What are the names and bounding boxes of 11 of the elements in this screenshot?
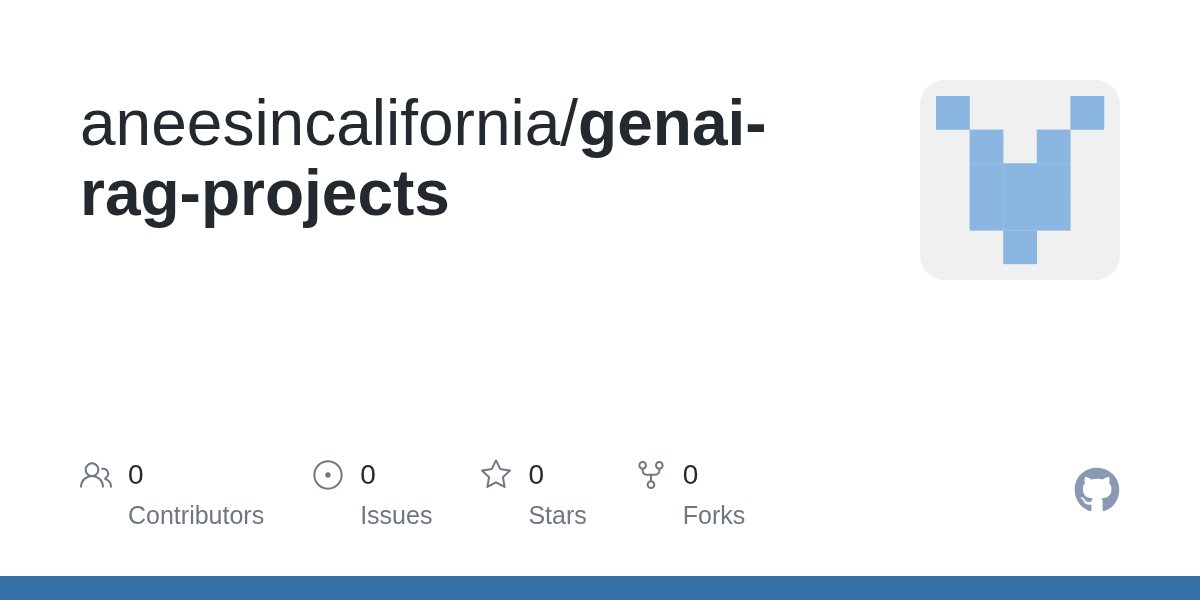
stat-label: Stars [528, 500, 587, 530]
star-icon [480, 459, 513, 491]
stat-count: 0 [360, 458, 377, 492]
stat-count: 0 [528, 458, 545, 492]
github-logo-icon [1074, 467, 1120, 513]
stat-count: 0 [682, 458, 700, 492]
stat-label: Issues [360, 500, 433, 530]
repo-title: aneesincalifornia/genai-rag-projects [80, 88, 768, 228]
stat-count: 0 [128, 458, 145, 492]
stat-label: Contributors [128, 500, 265, 530]
stat-label: Forks [682, 500, 746, 530]
